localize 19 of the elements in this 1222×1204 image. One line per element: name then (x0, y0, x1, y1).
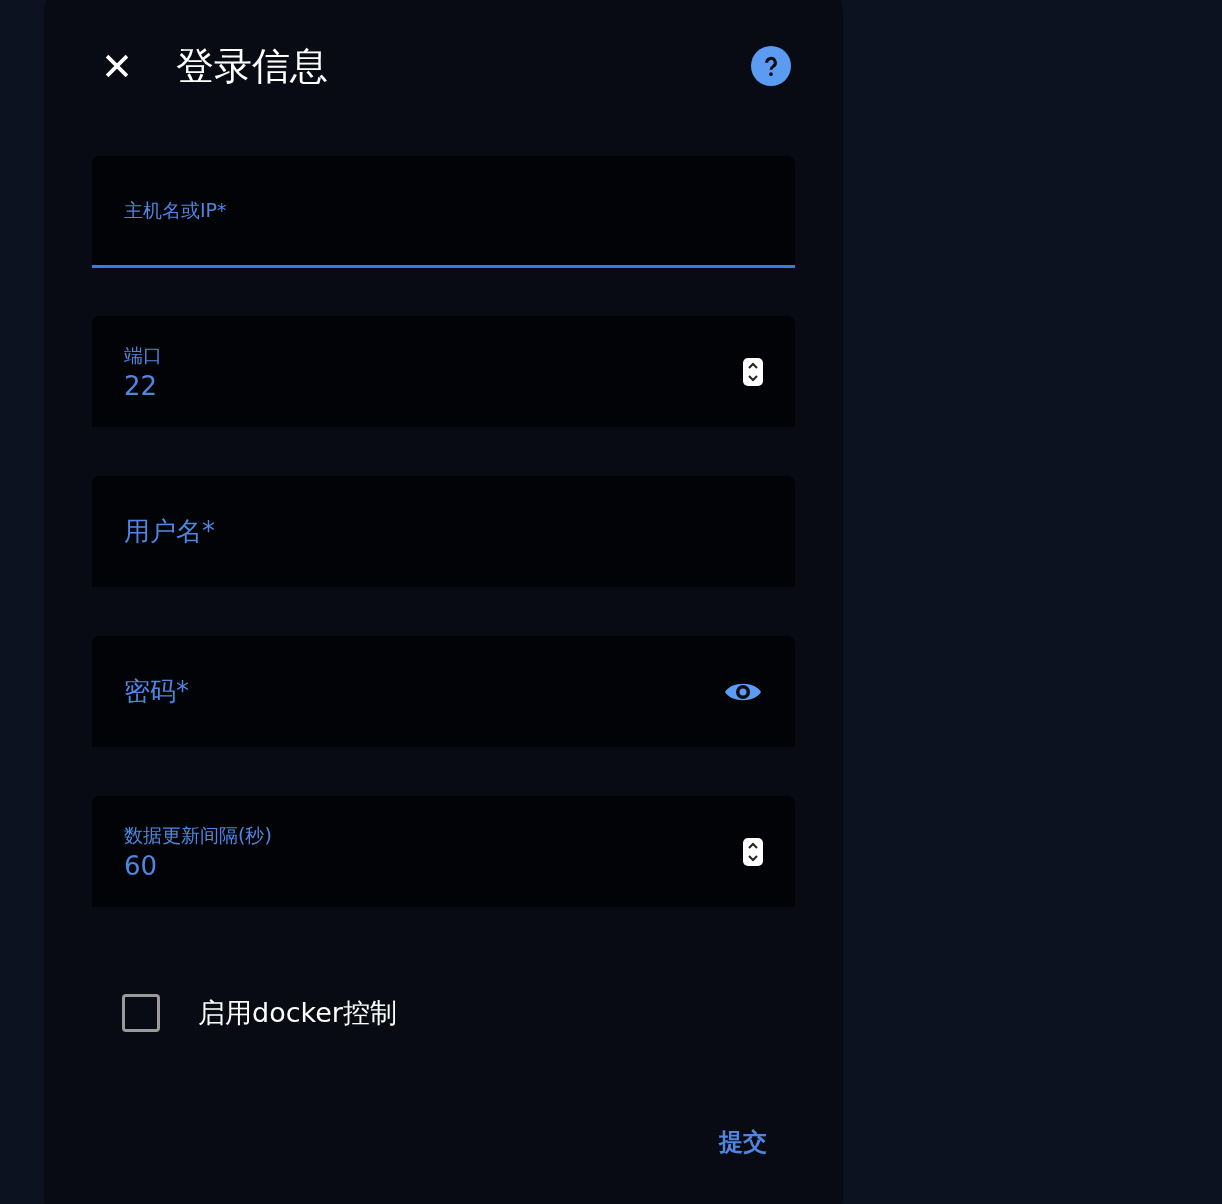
field-label: 密码* (124, 675, 190, 708)
checkbox[interactable] (122, 994, 160, 1032)
dialog-title: 登录信息 (176, 42, 329, 90)
field-label: 用户名* (124, 515, 216, 548)
input-field[interactable]: 数据更新间隔(秒) 60 (92, 796, 795, 908)
input-field[interactable]: 端口 22 (92, 316, 795, 428)
input-field[interactable]: 用户名* (92, 476, 795, 588)
field-label: 数据更新间隔(秒) (124, 822, 273, 848)
input-field[interactable]: 密码* (92, 636, 795, 748)
field-value: 60 (124, 850, 159, 881)
help-button[interactable] (751, 46, 791, 86)
field-label: 端口 (124, 342, 163, 368)
field-label: 主机名或IP* (124, 197, 228, 223)
spinner-icon[interactable] (743, 357, 763, 386)
spinner-icon[interactable] (743, 837, 763, 866)
field-value: 22 (124, 370, 159, 401)
input-field[interactable]: 主机名或IP* (92, 156, 795, 268)
checkbox-label: 启用docker控制 (198, 996, 397, 1030)
submit-button[interactable]: 提交 (713, 1120, 773, 1164)
